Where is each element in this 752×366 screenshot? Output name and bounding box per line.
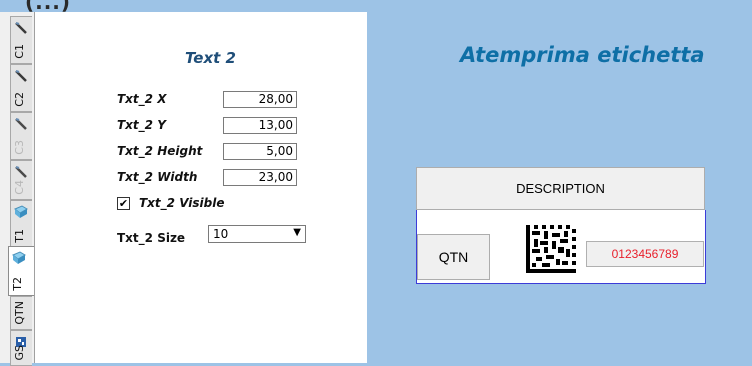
size-select[interactable]: 10 ▼ [208, 225, 306, 243]
field-width-label: Txt_2 Width [117, 170, 198, 184]
tab-qtn-label: QTN [13, 301, 26, 325]
visible-checkbox-label: Txt_2 Visible [139, 196, 225, 210]
pen-icon [15, 166, 27, 178]
text-block-icon [14, 205, 28, 218]
tab-t1[interactable]: T1 [10, 200, 32, 248]
tab-c3[interactable]: C3 [10, 112, 32, 160]
page-title: Atemprima etichetta [460, 43, 705, 67]
description-button[interactable]: DESCRIPTION [416, 167, 705, 210]
serial-number-field: 0123456789 [586, 241, 704, 267]
pen-icon [15, 22, 27, 34]
datamatrix-barcode-icon [520, 219, 582, 279]
tab-t1-label: T1 [13, 229, 26, 243]
tab-c4[interactable]: C4 [10, 160, 32, 200]
tab-t2[interactable]: T2 [8, 246, 34, 296]
window-title-clipped: _ (...) [6, 0, 72, 12]
chevron-down-icon: ▼ [293, 227, 301, 238]
tab-c2-label: C2 [13, 92, 26, 107]
size-select-value: 10 [213, 227, 229, 241]
tab-c2[interactable]: C2 [10, 64, 32, 112]
visible-checkbox[interactable]: ✔ [117, 197, 130, 210]
field-y-label: Txt_2 Y [117, 118, 166, 132]
field-height-input[interactable]: 5,00 [223, 143, 297, 160]
tab-gs[interactable]: GS [10, 330, 32, 366]
pen-icon [15, 70, 27, 82]
tab-c1-label: C1 [13, 44, 26, 59]
label-preview: DESCRIPTION QTN 0123456789 [416, 167, 707, 284]
tab-c1[interactable]: C1 [10, 16, 32, 64]
qtn-button[interactable]: QTN [417, 234, 490, 280]
text-block-icon [12, 251, 26, 264]
field-width-input[interactable]: 23,00 [223, 169, 297, 186]
tab-qtn[interactable]: QTN [10, 296, 32, 330]
field-y-input[interactable]: 13,00 [223, 117, 297, 134]
field-height-label: Txt_2 Height [117, 144, 203, 158]
pen-icon [15, 118, 27, 130]
window-title-bar: _ (...) [0, 0, 752, 12]
tab-t2-label: T2 [11, 277, 24, 291]
tab-c4-label: C4 [13, 180, 26, 195]
field-x-label: Txt_2 X [117, 92, 167, 106]
field-x-input[interactable]: 28,00 [223, 91, 297, 108]
size-label: Txt_2 Size [117, 231, 186, 245]
panel-title: Text 2 [185, 49, 236, 67]
text-settings-panel: Text 2 Txt_2 X 28,00 Txt_2 Y 13,00 Txt_2… [34, 12, 367, 363]
tab-gs-label: GS [13, 345, 26, 361]
tab-c3-label: C3 [13, 140, 26, 155]
